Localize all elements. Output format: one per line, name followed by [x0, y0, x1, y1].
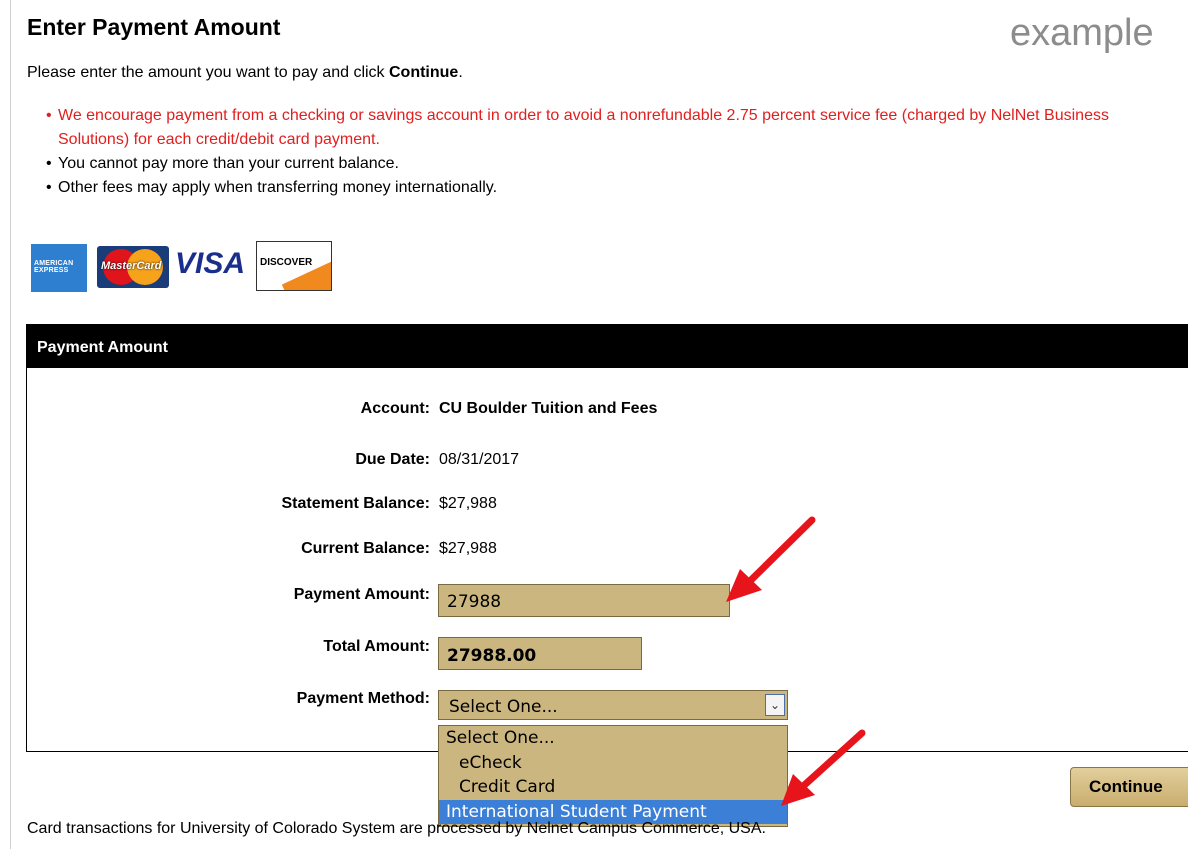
option-credit-card[interactable]: Credit Card: [439, 775, 787, 800]
intro-suffix: .: [458, 64, 463, 81]
total-amount-label: Total Amount:: [323, 638, 430, 655]
payment-method-label: Payment Method:: [296, 690, 430, 707]
amex-logo-icon: AMERICAN EXPRESS: [31, 244, 87, 292]
statement-balance-label: Statement Balance:: [281, 495, 431, 512]
statement-balance-value: $27,988: [439, 495, 497, 512]
continue-button[interactable]: Continue: [1070, 767, 1188, 807]
international-fee-note: Other fees may apply when transferring m…: [46, 176, 1158, 200]
due-date-value: 08/31/2017: [439, 451, 520, 468]
panel-header: Payment Amount: [27, 325, 1188, 368]
discover-logo-icon: DISCOVER: [256, 241, 332, 291]
visa-logo-icon: VISA: [175, 247, 246, 280]
option-echeck[interactable]: eCheck: [439, 751, 787, 776]
due-date-label: Due Date:: [355, 451, 430, 468]
payment-amount-panel: Payment Amount: [26, 324, 1188, 752]
intro-bold: Continue: [389, 64, 459, 81]
page-title: Enter Payment Amount: [27, 14, 281, 40]
intro-prefix: Please enter the amount you want to pay …: [27, 64, 389, 81]
payment-amount-input[interactable]: 27988: [438, 584, 730, 617]
mastercard-logo-icon: MasterCard: [97, 246, 169, 288]
current-balance-label: Current Balance:: [301, 540, 430, 557]
example-watermark: example: [1010, 12, 1154, 54]
payment-method-select[interactable]: Select One... ⌄: [438, 690, 788, 720]
balance-note: You cannot pay more than your current ba…: [46, 152, 1158, 176]
amex-logo-text: AMERICAN EXPRESS: [34, 260, 74, 274]
fee-warning-note: We encourage payment from a checking or …: [46, 104, 1158, 152]
payment-method-selected: Select One...: [449, 697, 558, 717]
account-value: CU Boulder Tuition and Fees: [439, 400, 658, 417]
footer-note: Card transactions for University of Colo…: [27, 820, 766, 837]
total-amount-field: 27988.00: [438, 637, 642, 670]
notes-list: We encourage payment from a checking or …: [46, 104, 1158, 200]
payment-amount-label: Payment Amount:: [293, 586, 430, 603]
account-label: Account:: [360, 400, 430, 417]
chevron-down-icon[interactable]: ⌄: [765, 694, 785, 716]
option-select-one[interactable]: Select One...: [439, 726, 787, 751]
mastercard-logo-text: MasterCard: [101, 260, 162, 272]
payment-method-dropdown: Select One... eCheck Credit Card Interna…: [438, 725, 788, 827]
current-balance-value: $27,988: [439, 540, 497, 557]
page-frame-edge: [10, 0, 11, 849]
intro-text: Please enter the amount you want to pay …: [27, 64, 463, 82]
discover-logo-text: DISCOVER: [260, 257, 313, 268]
